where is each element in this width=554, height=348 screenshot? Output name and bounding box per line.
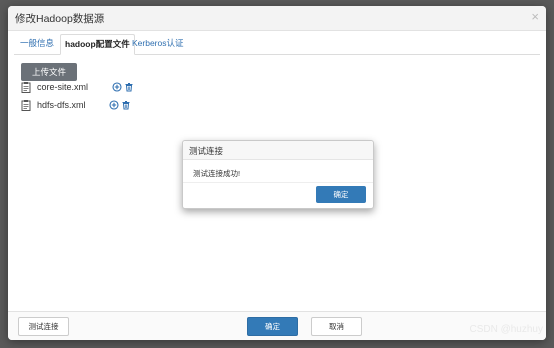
modal-message: 测试连接成功! xyxy=(193,169,241,178)
add-circle-icon[interactable] xyxy=(112,82,122,92)
file-name: hdfs-dfs.xml xyxy=(37,100,86,110)
watermark: CSDN @huzhuy xyxy=(469,324,543,335)
modal-divider xyxy=(183,182,373,183)
file-name: core-site.xml xyxy=(37,82,89,92)
upload-file-button[interactable]: 上传文件 xyxy=(21,63,77,81)
test-connection-modal: 测试连接 测试连接成功! 确定 xyxy=(182,140,374,209)
dialog-header: 修改Hadoop数据源 × xyxy=(8,6,546,31)
modal-ok-button[interactable]: 确定 xyxy=(316,186,366,203)
clipboard-icon xyxy=(21,82,31,93)
modal-title: 测试连接 xyxy=(189,146,224,156)
clipboard-icon xyxy=(21,100,31,111)
add-circle-icon[interactable] xyxy=(109,100,119,110)
trash-icon[interactable] xyxy=(124,82,134,92)
tab-bar: 一般信息 hadoop配置文件 Kerberos认证 xyxy=(14,34,540,55)
tab-kerberos-auth[interactable]: Kerberos认证 xyxy=(128,34,188,53)
modal-header: 测试连接 xyxy=(183,141,373,160)
confirm-button[interactable]: 确定 xyxy=(247,317,298,336)
dialog-title: 修改Hadoop数据源 xyxy=(15,13,105,25)
cancel-button[interactable]: 取消 xyxy=(311,317,362,336)
trash-icon[interactable] xyxy=(121,100,131,110)
dialog-footer: 测试连接 确定 取消 xyxy=(8,311,546,340)
tab-general-info[interactable]: 一般信息 xyxy=(16,34,58,53)
test-connection-button[interactable]: 测试连接 xyxy=(18,317,69,336)
close-icon[interactable]: × xyxy=(531,9,539,24)
tab-hadoop-config-files[interactable]: hadoop配置文件 xyxy=(60,34,135,55)
